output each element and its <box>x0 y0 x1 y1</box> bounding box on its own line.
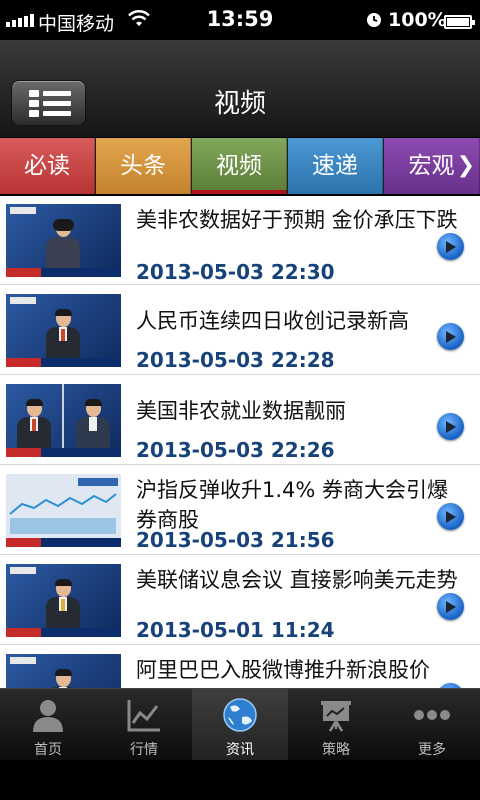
tab-label: 宏观 <box>408 153 455 179</box>
tab-label: 视频 <box>216 153 262 179</box>
tab-label: 更多 <box>418 742 446 758</box>
news-time: 2013-05-01 11:24 <box>136 618 335 642</box>
tab-macro[interactable]: 宏观 ❯ <box>384 138 480 194</box>
news-title: 阿里巴巴入股微博推升新浪股价 <box>136 658 430 682</box>
news-title: 美联储议息会议 直接影响美元走势 <box>136 568 458 592</box>
tab-label: 策略 <box>322 742 350 758</box>
video-thumbnail <box>6 564 121 637</box>
list-item[interactable]: 美联储议息会议 直接影响美元走势 2013-05-01 11:24 <box>0 556 480 645</box>
news-list[interactable]: 美非农数据好于预期 金价承压下跌 2013-05-03 22:30 人民币连续四… <box>0 196 480 688</box>
category-tabs: 必读 头条 视频 速递 宏观 ❯ <box>0 138 480 194</box>
alarm-icon <box>366 12 382 32</box>
arrow-right-icon[interactable] <box>437 233 464 260</box>
tab-label: 资讯 <box>226 742 254 758</box>
list-item[interactable]: 美国非农就业数据靓丽 2013-05-03 22:26 <box>0 376 480 465</box>
tab-toutiao[interactable]: 头条 <box>96 138 191 194</box>
list-item[interactable]: 美非农数据好于预期 金价承压下跌 2013-05-03 22:30 <box>0 196 480 285</box>
page-title: 视频 <box>213 89 266 119</box>
news-time: 2013-05-03 22:26 <box>136 438 335 462</box>
status-bar: 中国移动 13:59 100% <box>0 0 480 40</box>
more-icon <box>414 697 450 733</box>
tab-label: 行情 <box>130 742 158 758</box>
user-icon <box>30 697 66 733</box>
list-item[interactable]: 阿里巴巴入股微博推升新浪股价 <box>0 646 480 688</box>
bottom-tab-bar: 首页 行情 资讯 策略 更多 <box>0 688 480 761</box>
tab-express[interactable]: 速递 <box>288 138 383 194</box>
list-item[interactable]: 人民币连续四日收创记录新高 2013-05-03 22:28 <box>0 286 480 375</box>
news-title: 美非农数据好于预期 金价承压下跌 <box>136 208 458 232</box>
globe-icon <box>222 697 258 733</box>
tab-label: 头条 <box>120 153 166 179</box>
arrow-right-icon[interactable] <box>437 593 464 620</box>
tab-market[interactable]: 行情 <box>96 689 192 761</box>
tab-label: 必读 <box>24 153 70 179</box>
video-thumbnail <box>6 654 121 688</box>
arrow-right-icon[interactable] <box>437 503 464 530</box>
tab-video[interactable]: 视频 <box>192 138 287 194</box>
battery-icon <box>444 15 475 29</box>
title-bar: 视频 <box>0 40 480 138</box>
tab-strategy[interactable]: 策略 <box>288 689 384 761</box>
screen-bottom <box>0 760 480 800</box>
video-thumbnail <box>6 204 121 277</box>
tab-more[interactable]: 更多 <box>384 689 480 761</box>
battery-percent: 100% <box>388 9 447 31</box>
arrow-right-icon[interactable] <box>437 413 464 440</box>
arrow-right-icon[interactable] <box>437 323 464 350</box>
news-title: 美国非农就业数据靓丽 <box>136 399 346 423</box>
chevron-right-icon: ❯ <box>456 153 475 178</box>
list-item[interactable]: 沪指反弹收升1.4% 券商大会引爆券商股 2013-05-03 21:56 <box>0 466 480 555</box>
tab-news[interactable]: 资讯 <box>192 689 288 761</box>
chart-icon <box>126 697 162 733</box>
tab-label: 首页 <box>34 742 62 758</box>
tab-home[interactable]: 首页 <box>0 689 96 761</box>
video-thumbnail <box>6 474 121 547</box>
tab-label: 速递 <box>312 153 358 179</box>
news-time: 2013-05-03 22:28 <box>136 348 335 372</box>
news-title: 人民币连续四日收创记录新高 <box>136 309 409 333</box>
news-time: 2013-05-03 22:30 <box>136 260 335 284</box>
video-thumbnail <box>6 294 121 367</box>
news-title: 沪指反弹收升1.4% 券商大会引爆券商股 <box>136 478 449 532</box>
presentation-icon <box>318 697 354 733</box>
video-thumbnail <box>6 384 121 457</box>
tab-bidu[interactable]: 必读 <box>0 138 95 194</box>
news-time: 2013-05-03 21:56 <box>136 528 335 552</box>
